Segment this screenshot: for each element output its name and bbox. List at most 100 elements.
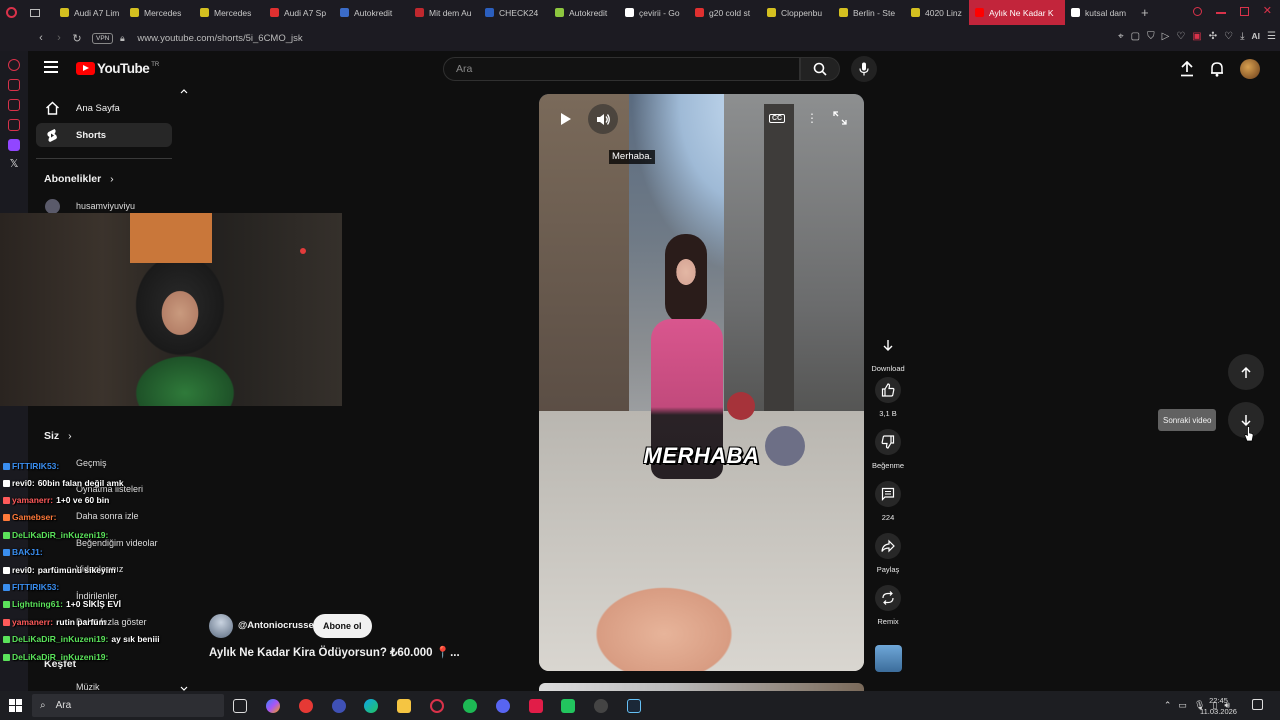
aria-ai-icon[interactable]: AI: [1252, 31, 1261, 42]
spotify-icon[interactable]: [463, 699, 477, 713]
taskbar-clock[interactable]: 22:45 11.03.2026: [1200, 695, 1237, 717]
share-button[interactable]: Paylaş: [870, 533, 906, 574]
notifications-icon[interactable]: [1252, 699, 1263, 710]
opera-icon[interactable]: ▣: [1192, 31, 1201, 42]
previous-video-button[interactable]: [1228, 354, 1264, 390]
opera-menu-icon[interactable]: [0, 0, 24, 25]
channel-name[interactable]: @Antoniocrusse: [238, 620, 314, 631]
opera-gx-icon[interactable]: [430, 699, 444, 713]
app-icon[interactable]: [332, 699, 346, 713]
fullscreen-icon[interactable]: [833, 111, 847, 125]
pin-icon[interactable]: ⌖: [1118, 31, 1124, 42]
browser-tab[interactable]: Autokredit: [549, 0, 619, 25]
shield-icon[interactable]: ⛉: [1147, 31, 1155, 42]
app-icon[interactable]: [529, 699, 543, 713]
remix-button[interactable]: Remix: [870, 585, 906, 626]
you-heading[interactable]: Siz ›: [44, 430, 72, 442]
captions-button[interactable]: CC: [769, 114, 786, 123]
channel-avatar[interactable]: [45, 199, 60, 214]
windows-start-icon[interactable]: [9, 699, 22, 712]
x-twitter-icon[interactable]: 𝕏: [0, 157, 28, 170]
browser-tab[interactable]: Autokredit: [334, 0, 409, 25]
edge-icon[interactable]: [364, 699, 378, 713]
hamburger-menu-icon[interactable]: [44, 61, 58, 73]
browser-tab[interactable]: Mit dem Au: [409, 0, 479, 25]
subscriptions-heading[interactable]: Abonelikler ›: [44, 173, 114, 185]
sound-thumbnail[interactable]: [875, 645, 902, 672]
vpn-badge[interactable]: VPN: [92, 32, 114, 44]
browser-tab[interactable]: kutsal dam: [1065, 0, 1135, 25]
menu-icon[interactable]: ☰: [1267, 31, 1276, 42]
browser-tab[interactable]: çevirii - Go: [619, 0, 689, 25]
reload-icon[interactable]: ↻: [68, 32, 86, 45]
browser-tab[interactable]: Audi A7 Lim: [54, 0, 124, 25]
crypto-wallet-icon[interactable]: [8, 79, 20, 91]
sidebar-item-watch-later[interactable]: Daha sonra izle: [76, 511, 139, 521]
browser-tab[interactable]: Cloppenbu: [761, 0, 833, 25]
browser-tab[interactable]: 4020 Linz: [905, 0, 969, 25]
browser-tab[interactable]: Berlin - Ste: [833, 0, 905, 25]
browser-tab[interactable]: Mercedes: [194, 0, 264, 25]
kick-icon[interactable]: [561, 699, 575, 713]
search-button[interactable]: [800, 57, 840, 81]
download-button[interactable]: Download: [870, 332, 906, 373]
account-avatar[interactable]: [1240, 59, 1260, 79]
chevron-up-icon[interactable]: [180, 88, 188, 94]
file-explorer-icon[interactable]: [397, 699, 411, 713]
steam-icon[interactable]: [627, 699, 641, 713]
new-tab-button[interactable]: +: [1135, 0, 1155, 25]
next-short-preview[interactable]: [539, 683, 864, 691]
instagram-icon[interactable]: [8, 119, 20, 131]
maximize-icon[interactable]: [1239, 7, 1249, 16]
download-icon[interactable]: ⤓: [1240, 31, 1244, 42]
taskbar-search-input[interactable]: ⌕ Ara: [32, 694, 224, 717]
snapshot-icon[interactable]: ▢: [1131, 31, 1140, 42]
sidebar-item-home[interactable]: Ana Sayfa: [36, 96, 172, 120]
obs-icon[interactable]: [594, 699, 608, 713]
shorts-video-player[interactable]: [539, 94, 864, 671]
copilot-icon[interactable]: [266, 699, 280, 713]
comments-button[interactable]: 224: [870, 481, 906, 522]
browser-tab[interactable]: Aylık Ne Kadar K: [969, 0, 1065, 25]
upload-icon[interactable]: [1180, 61, 1194, 77]
twitch-icon[interactable]: [8, 139, 20, 151]
voice-search-button[interactable]: [851, 56, 877, 82]
network-icon[interactable]: ▭: [1178, 700, 1187, 711]
youtube-logo[interactable]: YouTube TR: [76, 61, 159, 76]
video-title[interactable]: Aylık Ne Kadar Kira Ödüyorsun? ₺60.000 📍…: [209, 645, 460, 659]
like-button[interactable]: 3,1 B: [870, 377, 906, 418]
tab-overview-icon[interactable]: [24, 0, 54, 25]
search-tabs-icon[interactable]: [1192, 7, 1202, 16]
extensions-icon[interactable]: ✣: [1209, 31, 1217, 42]
volume-button[interactable]: [588, 104, 618, 134]
sidebar-item-history[interactable]: Geçmiş: [76, 458, 107, 468]
channel-avatar[interactable]: [209, 614, 233, 638]
aria-icon[interactable]: [8, 59, 20, 71]
close-window-icon[interactable]: ✕: [1263, 6, 1272, 17]
url-field[interactable]: www.youtube.com/shorts/5i_6CMO_jsk: [137, 33, 302, 44]
lock-icon[interactable]: 🔒︎: [113, 33, 131, 44]
chevron-up-icon[interactable]: ⌃: [1164, 700, 1172, 711]
sidebar-item-shorts[interactable]: Shorts: [36, 123, 172, 147]
messenger-icon[interactable]: [8, 99, 20, 111]
browser-tab[interactable]: g20 cold st: [689, 0, 761, 25]
heart-icon[interactable]: ♡: [1176, 31, 1185, 42]
minimize-icon[interactable]: [1215, 12, 1226, 14]
dislike-button[interactable]: Beğenme: [870, 429, 906, 470]
back-icon[interactable]: ‹: [32, 32, 50, 44]
sidebar-item-subscription[interactable]: husamviyuviyu: [76, 201, 135, 211]
play-icon[interactable]: ▷: [1162, 31, 1170, 42]
notifications-bell-icon[interactable]: [1210, 61, 1224, 77]
forward-icon[interactable]: ›: [50, 32, 68, 44]
browser-tab[interactable]: Audi A7 Sp: [264, 0, 334, 25]
browser-tab[interactable]: Mercedes: [124, 0, 194, 25]
discord-icon[interactable]: [496, 699, 510, 713]
youtube-app-icon[interactable]: [299, 699, 313, 713]
heart-outline-icon[interactable]: ♡: [1224, 31, 1233, 42]
task-view-icon[interactable]: [233, 699, 247, 713]
browser-tab[interactable]: CHECK24: [479, 0, 549, 25]
subscribe-button[interactable]: Abone ol: [313, 614, 372, 638]
more-options-icon[interactable]: ⋮: [806, 111, 818, 125]
search-input[interactable]: Ara: [443, 57, 800, 81]
play-button[interactable]: [551, 104, 581, 134]
